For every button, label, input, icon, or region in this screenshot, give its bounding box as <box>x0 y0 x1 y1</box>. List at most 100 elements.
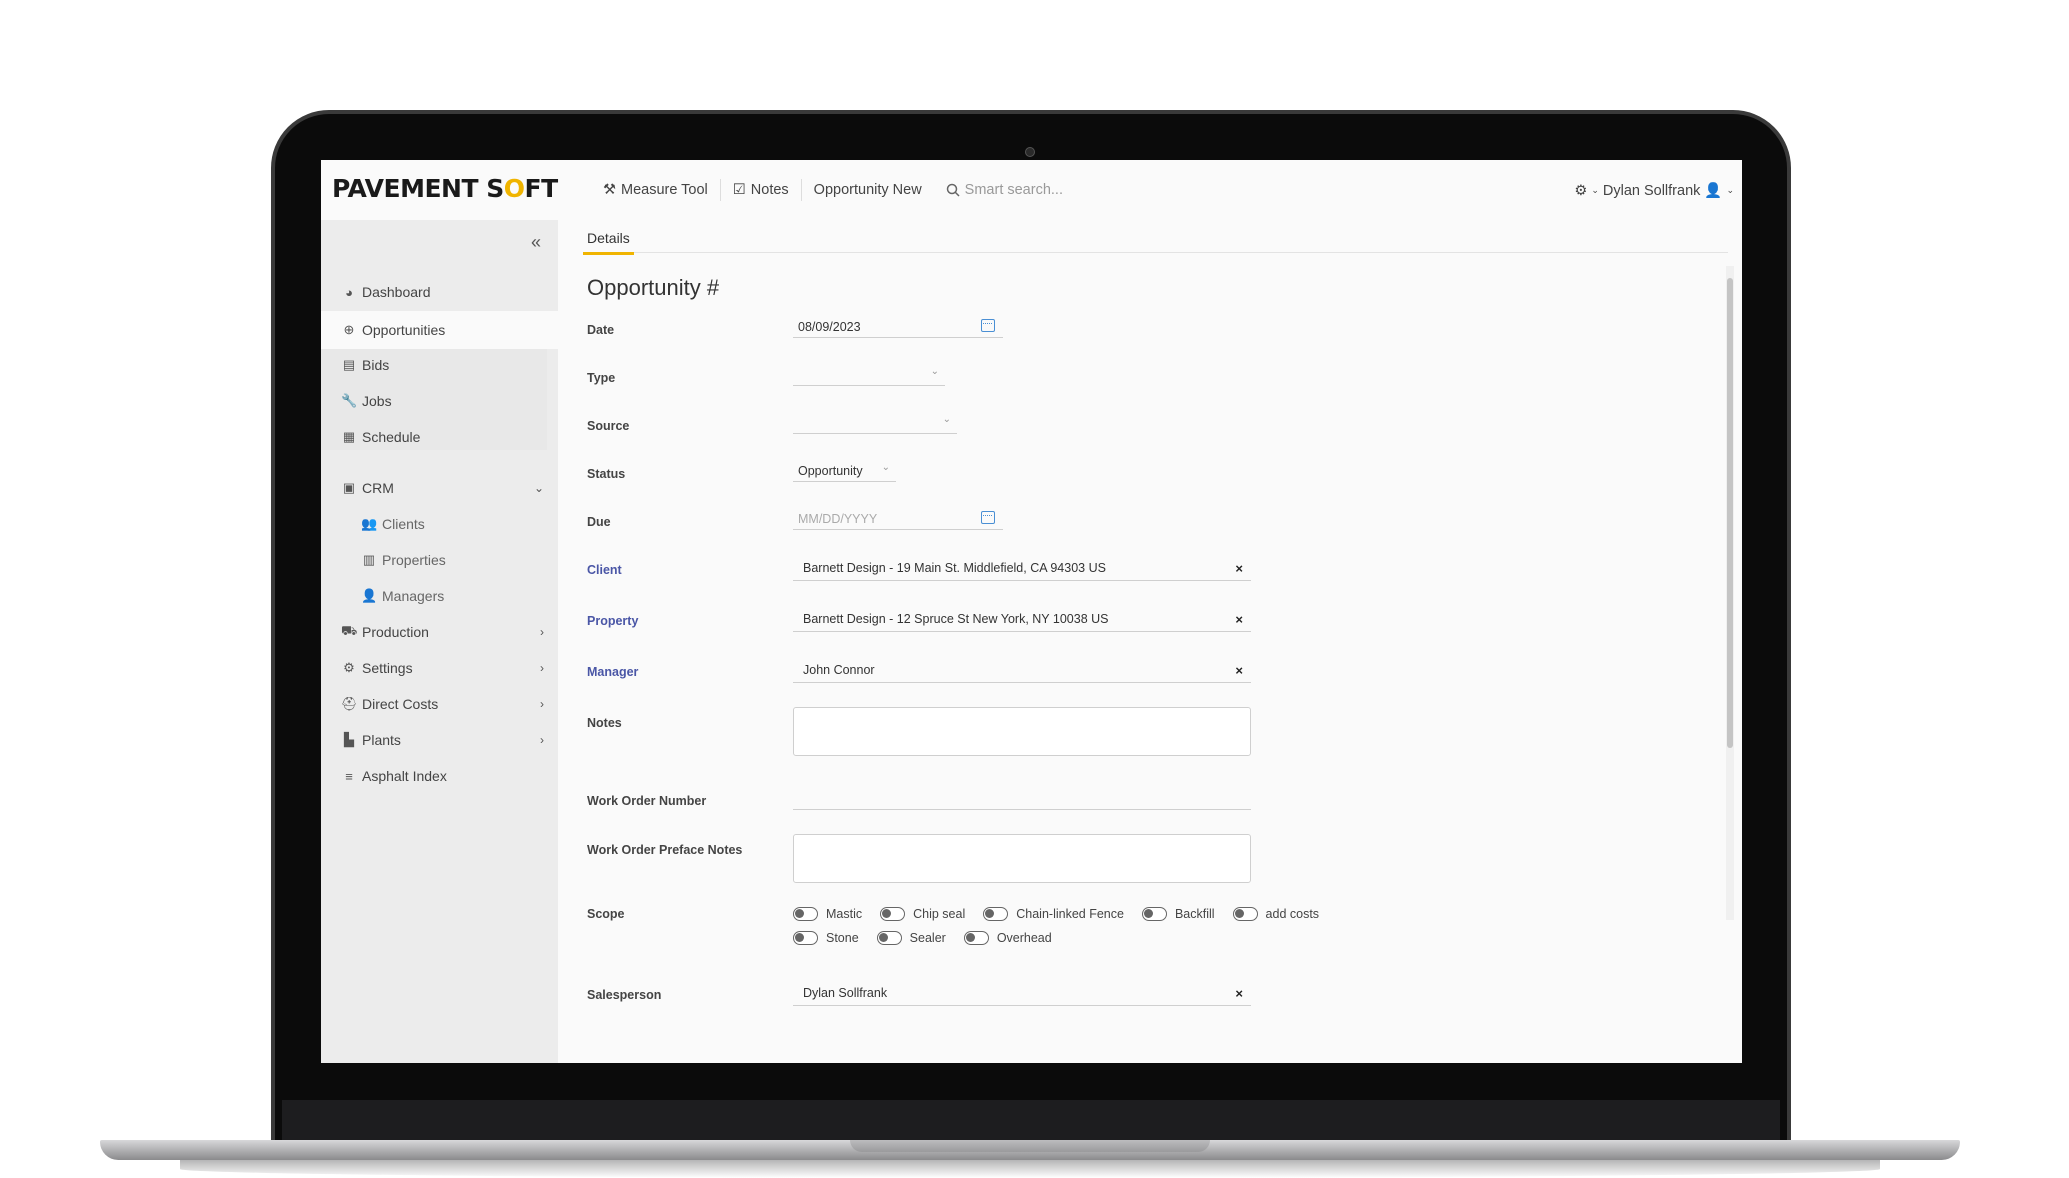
sidebar-item-bids[interactable]: ▤ Bids <box>321 347 558 383</box>
plus-circle-icon: ⊕ <box>343 322 355 337</box>
user-name: Dylan Sollfrank <box>1602 182 1701 199</box>
toggle-switch[interactable] <box>1141 907 1167 921</box>
sidebar-item-asphalt-index[interactable]: ≡ Asphalt Index <box>321 758 558 794</box>
chevron-down-icon: ⌄ <box>1726 185 1734 195</box>
scope-toggle-stone[interactable]: Stone <box>793 931 859 945</box>
due-label: Due <box>587 515 611 529</box>
opportunity-new-link[interactable]: Opportunity New <box>802 179 934 201</box>
collapse-sidebar-button[interactable]: « <box>531 232 541 253</box>
toggle-switch[interactable] <box>793 907 818 921</box>
chevron-down-icon: ⌄ <box>533 481 544 495</box>
notes-textarea[interactable] <box>793 707 1251 756</box>
work-order-number-field[interactable] <box>793 785 1251 810</box>
manager-label[interactable]: Manager <box>587 665 638 679</box>
dashboard-icon: ◕ <box>345 284 353 300</box>
sidebar-item-dashboard[interactable]: ◕ Dashboard <box>321 274 558 310</box>
chevron-down-icon: ⌄ <box>942 414 951 425</box>
toggle-switch[interactable] <box>880 907 906 921</box>
clear-icon[interactable]: × <box>1235 561 1243 576</box>
scope-toggle-mastic[interactable]: Mastic <box>793 907 862 921</box>
scope-row: Mastic Chip seal Chain-linked Fence Back… <box>793 905 1337 923</box>
property-label[interactable]: Property <box>587 614 638 628</box>
calendar-icon[interactable] <box>981 319 995 332</box>
property-field[interactable]: Barnett Design - 12 Spruce St New York, … <box>793 607 1251 632</box>
sidebar-item-production[interactable]: ⛟ Production › <box>321 614 558 650</box>
search-icon <box>946 183 960 197</box>
toggle-switch[interactable] <box>876 931 902 945</box>
sidebar-item-plants[interactable]: ▙ Plants › <box>321 722 558 758</box>
toggle-switch[interactable] <box>793 931 818 945</box>
clear-icon[interactable]: × <box>1235 663 1243 678</box>
measure-tool-link[interactable]: ⚒ Measure Tool <box>591 179 721 201</box>
scrollbar-thumb[interactable] <box>1727 278 1733 748</box>
scrollbar[interactable] <box>1726 266 1734 920</box>
sidebar: « ◕ Dashboard ⊕ Opportunities ▤ Bids 🔧 Jobs … <box>321 220 558 1063</box>
camera <box>1025 147 1035 157</box>
chevron-right-icon: › <box>540 733 544 747</box>
calendar-icon[interactable] <box>981 511 995 524</box>
type-select[interactable]: ⌄ <box>793 364 945 386</box>
scope-toggle-chain-linked-fence[interactable]: Chain-linked Fence <box>983 907 1124 921</box>
building-icon: ▥ <box>362 552 376 567</box>
scope-toggle-overhead[interactable]: Overhead <box>963 931 1052 945</box>
user-icon: 👤 <box>1704 183 1723 199</box>
due-field[interactable]: MM/DD/YYYY <box>793 508 1003 530</box>
work-order-number-label: Work Order Number <box>587 794 707 808</box>
work-order-preface-notes-label: Work Order Preface Notes <box>587 843 743 857</box>
scope-toggle-backfill[interactable]: Backfill <box>1141 907 1215 921</box>
source-select[interactable]: ⌄ <box>793 412 957 434</box>
search-input[interactable]: Smart search... <box>965 182 1063 198</box>
smart-search[interactable]: Smart search... <box>934 179 1075 201</box>
app-logo[interactable]: PAVEMENT SOFT <box>332 174 558 203</box>
wrench-icon: 🔧 <box>341 393 358 408</box>
status-select[interactable]: Opportunity ⌄ <box>793 460 896 482</box>
date-field[interactable]: 08/09/2023 <box>793 316 1003 338</box>
scope-toggles: Mastic Chip seal Chain-linked Fence Back… <box>793 905 1337 948</box>
clear-icon[interactable]: × <box>1235 612 1243 627</box>
gears-icon: ⚙ <box>343 660 355 675</box>
manager-field[interactable]: John Connor × <box>793 658 1251 683</box>
type-label: Type <box>587 371 616 385</box>
tab-details[interactable]: Details <box>583 226 634 255</box>
page-title: Opportunity # <box>587 275 720 300</box>
scope-toggle-sealer[interactable]: Sealer <box>876 931 946 945</box>
sidebar-item-opportunities[interactable]: ⊕ Opportunities <box>321 311 558 349</box>
salesperson-label: Salesperson <box>587 988 662 1002</box>
laptop-base-notch <box>850 1140 1210 1152</box>
checkbox-icon: ☑ <box>732 182 746 198</box>
id-card-icon: ▣ <box>342 480 356 495</box>
user-icon: 👤 <box>361 588 378 603</box>
client-field[interactable]: Barnett Design - 19 Main St. Middlefield… <box>793 556 1251 581</box>
notes-link[interactable]: ☑ Notes <box>721 179 802 201</box>
client-label[interactable]: Client <box>587 563 622 577</box>
sidebar-item-properties[interactable]: ▥ Properties <box>321 542 558 578</box>
status-label: Status <box>587 467 626 481</box>
main-content: Details Opportunity # Date 08/09/2023 Ty… <box>558 220 1742 1063</box>
sidebar-item-clients[interactable]: 👥 Clients <box>321 506 558 542</box>
clipboard-icon: ▤ <box>342 357 356 372</box>
work-order-preface-notes-textarea[interactable] <box>793 834 1251 883</box>
gear-icon[interactable]: ⚙ <box>1574 183 1587 199</box>
sidebar-item-schedule[interactable]: ▦ Schedule <box>321 419 558 455</box>
toggle-switch[interactable] <box>983 907 1009 921</box>
laptop-shadow <box>180 1160 1880 1178</box>
user-menu[interactable]: ⚙ ⌄ Dylan Sollfrank 👤 ⌄ <box>1574 182 1734 200</box>
laptop-bezel-bottom <box>282 1100 1780 1140</box>
scope-toggle-add-costs[interactable]: add costs <box>1232 907 1319 921</box>
scope-toggle-chip-seal[interactable]: Chip seal <box>880 907 965 921</box>
app-screen: PAVEMENT SOFT ⚒ Measure Tool ☑ Notes Opp… <box>321 160 1742 1063</box>
clear-icon[interactable]: × <box>1235 986 1243 1001</box>
salesperson-field[interactable]: Dylan Sollfrank × <box>793 981 1251 1006</box>
chevron-down-icon: ⌄ <box>1591 185 1599 195</box>
chevron-down-icon: ⌄ <box>881 462 890 473</box>
sidebar-item-jobs[interactable]: 🔧 Jobs <box>321 383 558 419</box>
top-bar: PAVEMENT SOFT ⚒ Measure Tool ☑ Notes Opp… <box>321 160 1742 220</box>
toggle-switch[interactable] <box>963 931 989 945</box>
sidebar-item-managers[interactable]: 👤 Managers <box>321 578 558 614</box>
notes-label: Notes <box>587 716 622 730</box>
sidebar-item-crm[interactable]: ▣ CRM ⌄ <box>321 470 558 506</box>
sidebar-item-direct-costs[interactable]: ⛑ Direct Costs › <box>321 686 558 722</box>
top-nav: ⚒ Measure Tool ☑ Notes Opportunity New S… <box>591 179 1075 201</box>
sidebar-item-settings[interactable]: ⚙ Settings › <box>321 650 558 686</box>
toggle-switch[interactable] <box>1232 907 1258 921</box>
